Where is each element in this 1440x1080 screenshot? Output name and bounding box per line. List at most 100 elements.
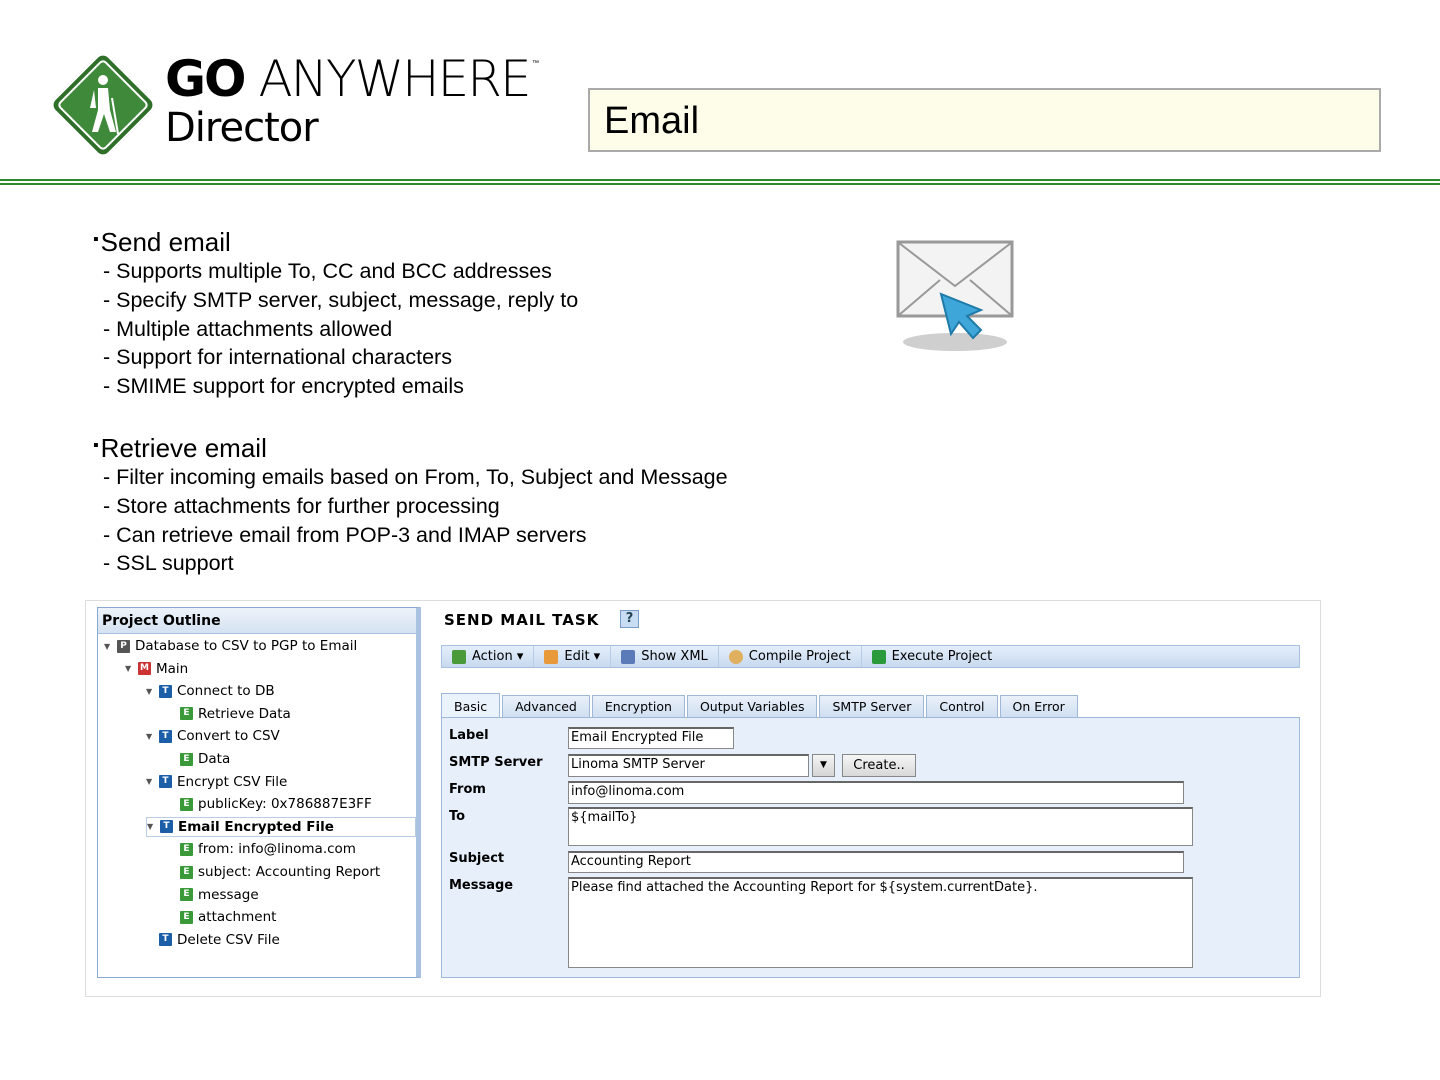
- action-icon: [452, 649, 466, 664]
- tree-node[interactable]: ▼ T Email Encrypted File: [146, 816, 416, 837]
- label: Action ▾: [472, 649, 524, 664]
- label: Show XML: [641, 649, 708, 664]
- node-label: Data: [198, 751, 231, 767]
- node-type-icon: E: [180, 888, 193, 902]
- tree-node[interactable]: Eattachment: [167, 907, 276, 927]
- node-type-icon: T: [159, 933, 172, 947]
- tree-node[interactable]: E Data: [167, 749, 230, 769]
- node-type-icon: E: [180, 797, 193, 811]
- node-label: Main: [156, 660, 189, 677]
- tree-node[interactable]: E Retrieve Data: [167, 704, 291, 724]
- create-button[interactable]: Create..: [842, 754, 916, 777]
- tree-node[interactable]: ▼ T Convert to CSV: [146, 726, 280, 746]
- subject-label: Subject: [449, 851, 505, 866]
- label: Edit ▾: [564, 649, 601, 664]
- slide-title: Email: [588, 88, 1381, 152]
- divider: [0, 183, 1440, 185]
- node-label: Encrypt CSV File: [177, 773, 288, 790]
- node-label: Email Encrypted File: [178, 818, 334, 835]
- compile-project-button[interactable]: Compile Project: [719, 646, 862, 667]
- label-label: Label: [449, 728, 489, 743]
- node-type-icon: E: [180, 842, 193, 856]
- tree-node[interactable]: T Delete CSV File: [146, 930, 280, 950]
- tab-on-error[interactable]: On Error: [999, 695, 1078, 717]
- node-label: publicKey: 0x786887E3FF: [198, 796, 372, 813]
- node-type-icon: T: [159, 684, 172, 698]
- expand-toggle-icon[interactable]: ▼: [146, 687, 154, 696]
- bullet-item: - Can retrieve email from POP-3 and IMAP…: [103, 523, 587, 547]
- tree-node[interactable]: ▼ P Database to CSV to PGP to Email: [104, 636, 357, 656]
- help-button[interactable]: ?: [620, 610, 639, 628]
- node-type-icon: E: [180, 752, 193, 766]
- show-xml-button[interactable]: Show XML: [611, 646, 719, 667]
- node-type-icon: E: [180, 910, 193, 924]
- task-title: SEND MAIL TASK: [444, 611, 600, 629]
- bullet-item: - Specify SMTP server, subject, message,…: [103, 288, 579, 312]
- bullet-item: - Support for international characters: [103, 345, 452, 369]
- bullet-item: - Filter incoming emails based on From, …: [103, 465, 728, 489]
- expand-toggle-icon[interactable]: ▼: [147, 822, 155, 831]
- tab-basic[interactable]: Basic: [441, 693, 501, 717]
- message-textarea[interactable]: Please find attached the Accounting Repo…: [568, 877, 1193, 968]
- node-label: attachment: [198, 909, 277, 926]
- from-input[interactable]: info@linoma.com: [568, 781, 1184, 804]
- from-label: From: [449, 782, 486, 797]
- basic-form: Label Email Encrypted File SMTP Server L…: [441, 717, 1300, 978]
- tree-node[interactable]: ▼ T Connect to DB: [146, 681, 275, 701]
- tab-output-variables[interactable]: Output Variables: [686, 695, 818, 717]
- expand-toggle-icon[interactable]: ▼: [146, 732, 154, 741]
- expand-toggle-icon[interactable]: ▼: [104, 642, 112, 651]
- project-outline-panel: Project Outline ▼ P Database to CSV to PGP…: [97, 607, 421, 978]
- logo-hiker-icon: [53, 55, 153, 155]
- xml-icon: [621, 649, 636, 664]
- tree-node[interactable]: ▼ T Encrypt CSV File: [146, 772, 287, 792]
- tree-node[interactable]: Emessage: [167, 885, 259, 905]
- bullet-item: - SMIME support for encrypted emails: [103, 374, 464, 398]
- node-label: Delete CSV File: [177, 931, 280, 948]
- tab-advanced[interactable]: Advanced: [502, 695, 590, 717]
- bullet-heading: Send email: [93, 227, 231, 257]
- tree-node[interactable]: ▼ M Main: [125, 659, 188, 679]
- subject-input[interactable]: Accounting Report: [568, 851, 1184, 873]
- logo-product: Director: [165, 105, 319, 151]
- tab-bar: Basic Advanced Encryption Output Variabl…: [441, 693, 1078, 717]
- smtp-server-select[interactable]: Linoma SMTP Server: [568, 754, 809, 777]
- tab-control[interactable]: Control: [926, 695, 998, 717]
- expand-toggle-icon[interactable]: ▼: [125, 664, 133, 673]
- node-label: message: [198, 886, 259, 903]
- node-label: subject: Accounting Report: [198, 864, 381, 880]
- tab-smtp-server[interactable]: SMTP Server: [819, 695, 925, 717]
- action-menu-button[interactable]: Action ▾: [442, 646, 535, 667]
- execute-project-button[interactable]: Execute Project: [862, 646, 1003, 667]
- node-type-icon: E: [180, 865, 193, 879]
- label-input[interactable]: Email Encrypted File: [568, 727, 734, 749]
- tree-node[interactable]: Efrom: info@linoma.com: [167, 839, 356, 859]
- bullet-item: - Store attachments for further processi…: [103, 494, 500, 518]
- node-type-icon: T: [160, 820, 173, 834]
- tree-node[interactable]: EpublicKey: 0x786887E3FF: [167, 794, 372, 814]
- play-icon: [871, 649, 886, 664]
- node-type-icon: T: [159, 729, 172, 743]
- to-label: To: [449, 809, 466, 824]
- bullet-item: - Supports multiple To, CC and BCC addre…: [103, 259, 552, 283]
- node-label: Connect to DB: [177, 683, 275, 700]
- node-label: Database to CSV to PGP to Email: [135, 638, 358, 654]
- node-type-icon: P: [117, 639, 130, 653]
- divider: [0, 179, 1440, 181]
- tab-encryption[interactable]: Encryption: [591, 695, 685, 717]
- logo-wordmark: GO ANYWHERE: [165, 50, 532, 108]
- label: Compile Project: [748, 649, 851, 664]
- email-envelope-icon: [896, 240, 1014, 351]
- label: Execute Project: [891, 649, 993, 664]
- panel-title: Project Outline: [98, 608, 416, 634]
- chevron-down-icon[interactable]: ▼: [812, 754, 835, 777]
- tree-node[interactable]: Esubject: Accounting Report: [167, 862, 380, 882]
- gear-icon: [728, 649, 743, 664]
- trademark: ™: [532, 60, 539, 67]
- node-label: Retrieve Data: [198, 705, 291, 722]
- edit-menu-button[interactable]: Edit ▾: [534, 646, 612, 667]
- bullet-item: - SSL support: [103, 551, 234, 575]
- node-label: from: info@linoma.com: [198, 841, 356, 858]
- to-textarea[interactable]: ${mailTo}: [568, 807, 1193, 846]
- expand-toggle-icon[interactable]: ▼: [146, 777, 154, 786]
